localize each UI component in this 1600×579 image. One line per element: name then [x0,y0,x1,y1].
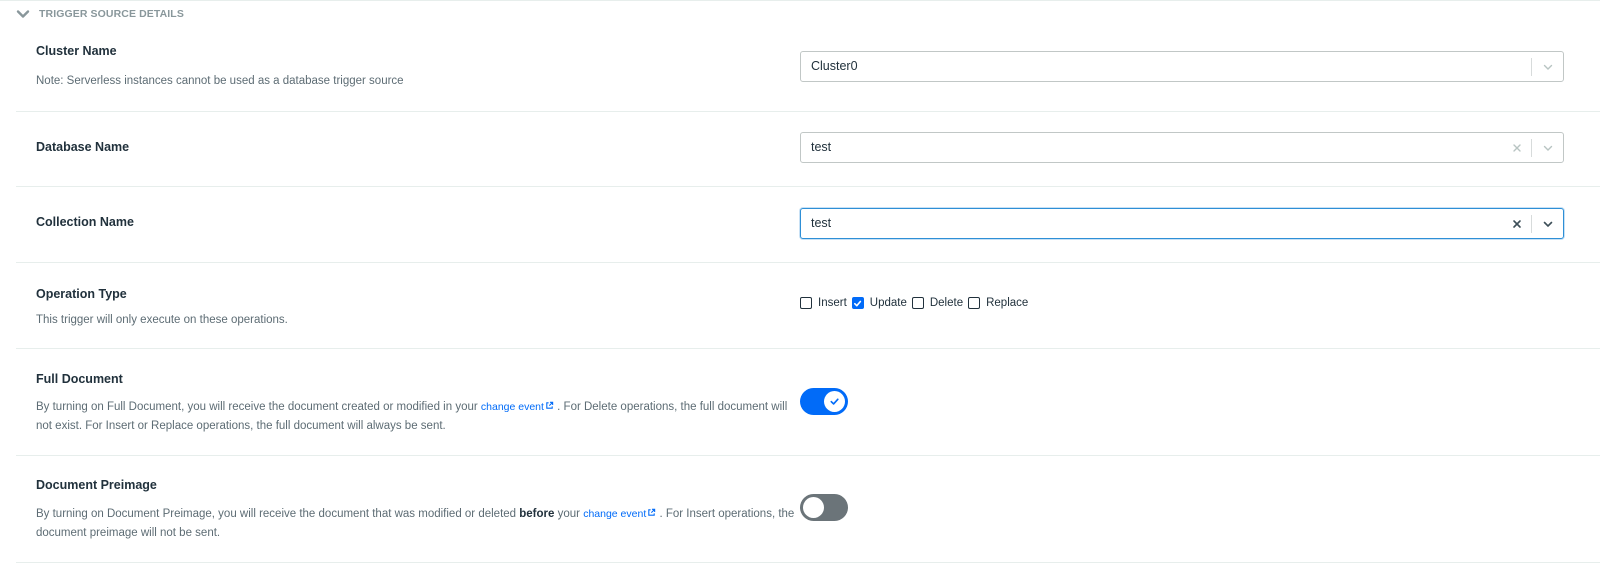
checkbox-delete[interactable]: Delete [911,297,964,309]
chevron-down-icon[interactable] [1532,52,1563,81]
change-event-link[interactable]: change event [481,401,544,413]
collection-name-select[interactable]: test [800,208,1564,239]
database-name-value: test [811,140,832,154]
checkmark-icon [854,300,862,306]
chevron-down-icon[interactable] [1532,209,1563,238]
checkbox-update[interactable]: Update [851,297,907,309]
checkbox-delete-box[interactable] [911,297,924,309]
section-title: TRIGGER SOURCE DETAILS [39,8,184,20]
collection-name-row: Collection Name test [16,187,1600,263]
document-preimage-label: Document Preimage [36,478,157,492]
collection-name-value: test [811,216,832,230]
cluster-name-row: Cluster Name Note: Serverless instances … [16,36,1600,112]
database-name-select[interactable]: test [800,132,1564,163]
clear-icon[interactable] [1507,133,1527,162]
operation-type-row: Operation Type This trigger will only ex… [16,263,1600,349]
top-divider [0,0,1600,1]
preimage-desc-mid: your [554,508,584,520]
preimage-desc-before: By turning on Document Preimage, you wil… [36,508,520,520]
external-link-icon [545,398,554,417]
checkbox-update-box[interactable] [851,297,864,309]
operation-type-label: Operation Type [36,287,127,301]
checkbox-replace-box[interactable] [968,297,981,309]
checkmark-icon [830,398,839,405]
full-document-toggle[interactable] [800,388,848,415]
document-preimage-description: By turning on Document Preimage, you wil… [36,505,806,543]
database-name-label: Database Name [36,140,130,154]
preimage-desc-bold: before [519,508,555,520]
toggle-knob [824,391,845,412]
section-header-trigger-source[interactable]: TRIGGER SOURCE DETAILS [16,6,184,22]
operation-type-note: This trigger will only execute on these … [36,314,288,326]
checkbox-replace[interactable]: Replace [968,297,1028,309]
full-document-label: Full Document [36,372,123,386]
cluster-name-note: Note: Serverless instances cannot be use… [36,75,404,87]
full-document-row: Full Document By turning on Full Documen… [16,349,1600,456]
checkbox-insert[interactable]: Insert [800,297,847,309]
database-name-row: Database Name test [16,112,1600,187]
document-preimage-toggle[interactable] [800,494,848,521]
cluster-name-value: Cluster0 [811,59,858,73]
chevron-down-icon [16,7,30,21]
checkbox-insert-box[interactable] [800,297,812,309]
external-link-icon [647,505,656,524]
clear-icon[interactable] [1507,209,1527,238]
toggle-knob [803,497,824,518]
full-document-desc-before: By turning on Full Document, you will re… [36,401,481,413]
cluster-name-label: Cluster Name [36,44,117,58]
chevron-down-icon[interactable] [1532,133,1563,162]
checkbox-update-label: Update [869,297,907,309]
checkbox-replace-label: Replace [986,297,1029,309]
change-event-link[interactable]: change event [583,508,646,520]
operation-type-checkboxes: Insert Update Delete Replace [800,297,1033,309]
document-preimage-row: Document Preimage By turning on Document… [16,456,1600,563]
checkbox-delete-label: Delete [929,297,964,309]
checkbox-insert-label: Insert [818,297,847,309]
full-document-description: By turning on Full Document, you will re… [36,398,806,436]
collection-name-label: Collection Name [36,215,134,229]
cluster-name-select[interactable]: Cluster0 [800,51,1564,82]
